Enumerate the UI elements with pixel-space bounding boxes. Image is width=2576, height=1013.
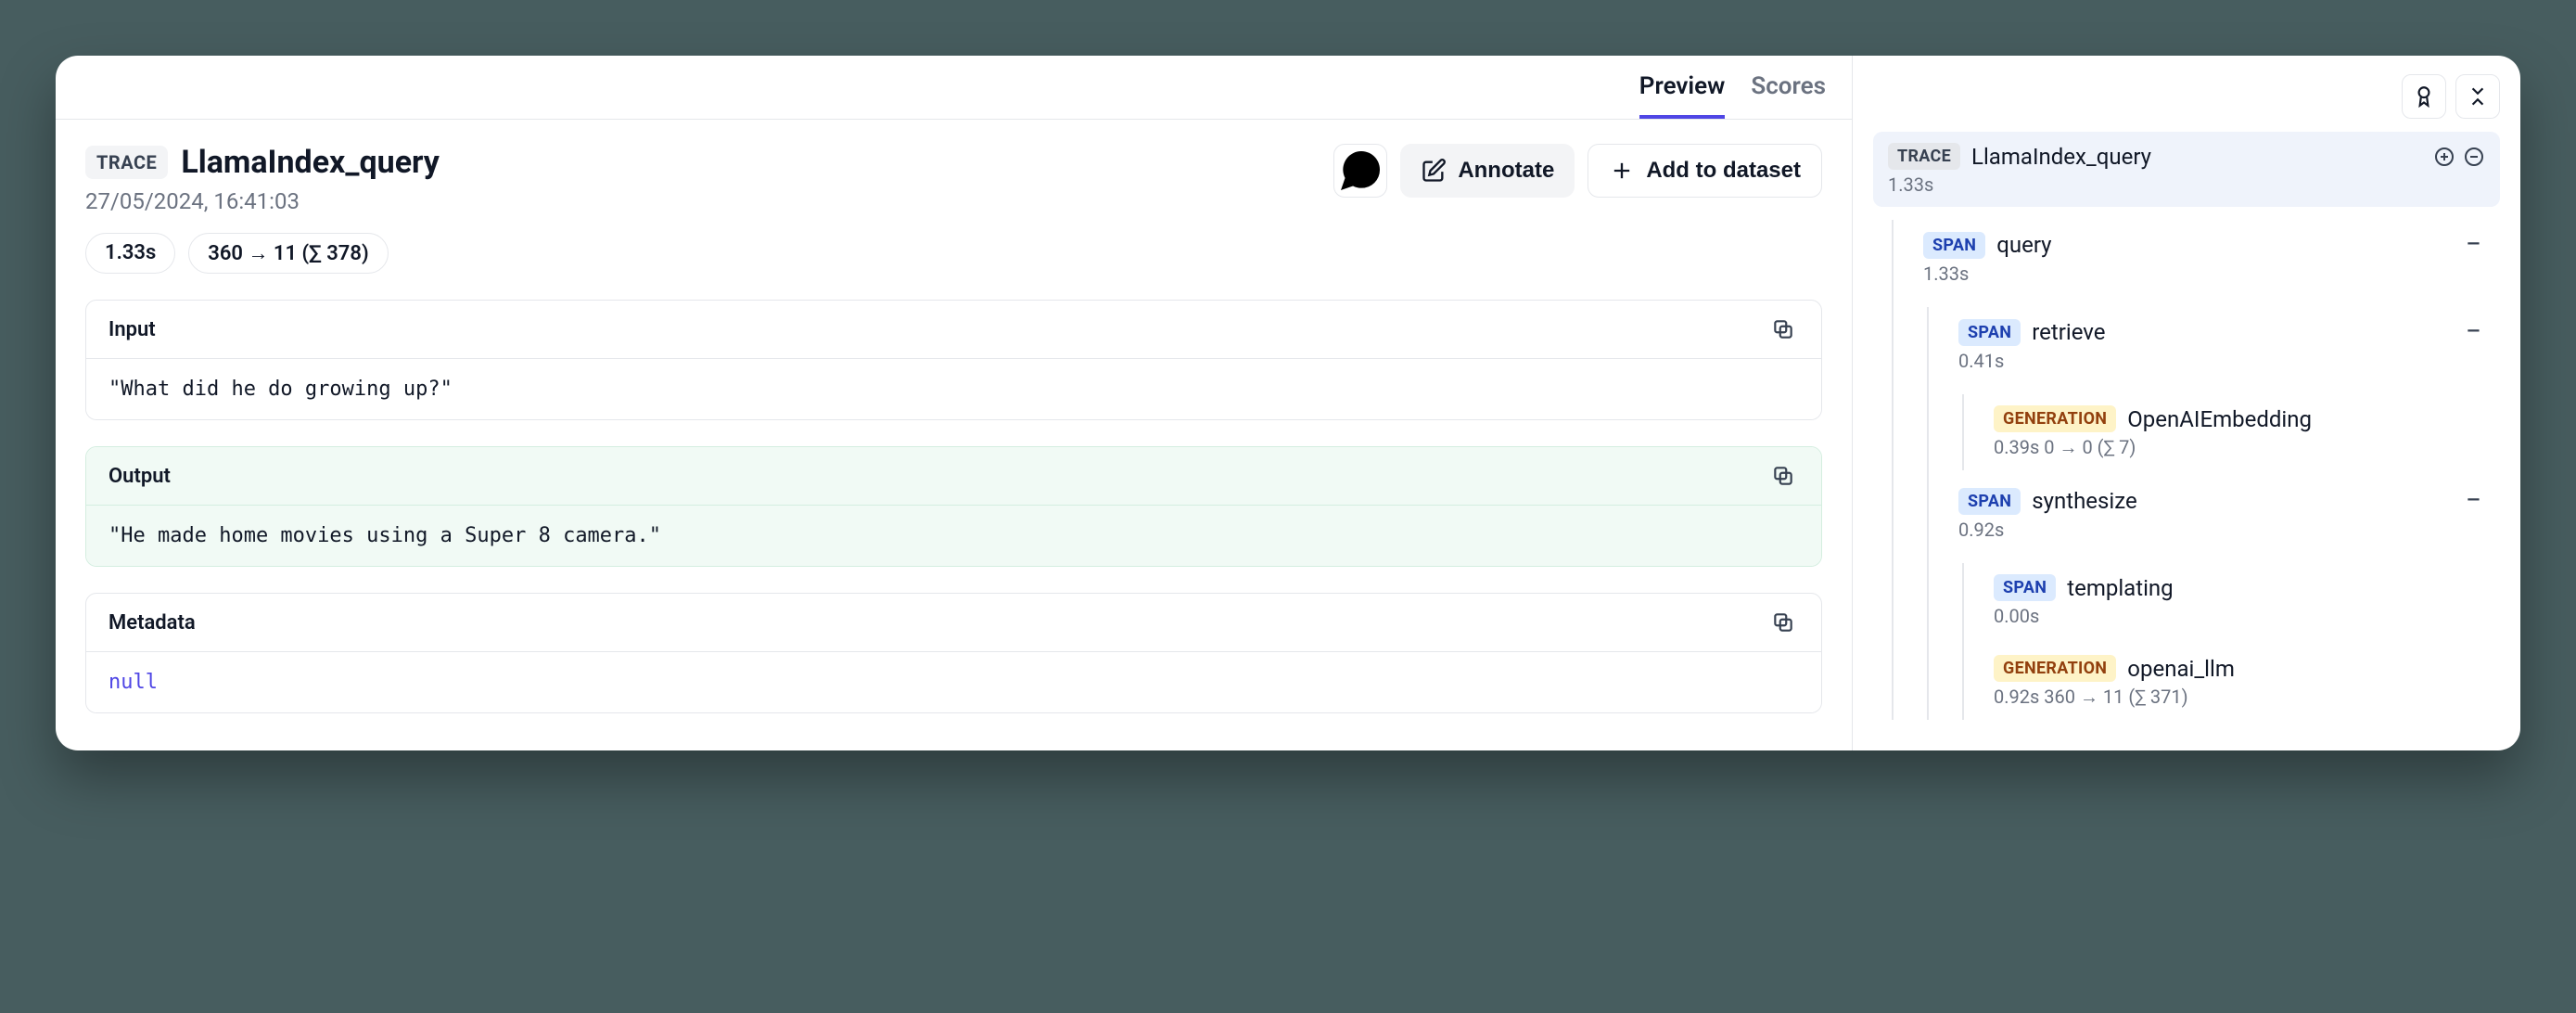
node-subtext: 1.33s (1923, 263, 2485, 285)
chevrons-collapse-icon (2466, 84, 2490, 109)
copy-input-button[interactable] (1767, 314, 1799, 345)
metadata-label: Metadata (108, 611, 196, 635)
annotate-label: Annotate (1458, 158, 1554, 184)
tabs: Preview Scores (56, 56, 1852, 120)
copy-icon (1771, 610, 1795, 635)
tab-scores[interactable]: Scores (1751, 72, 1826, 119)
content-area: TRACE LlamaIndex_query 27/05/2024, 16:41… (56, 120, 1852, 750)
trace-badge: TRACE (85, 146, 168, 179)
tree-children: SPAN query − 1.33s SPAN retrieve − 0.4 (1892, 220, 2500, 720)
node-name: query (1996, 232, 2051, 258)
collapse-toggle[interactable]: − (2462, 487, 2485, 515)
tree-node-templating[interactable]: SPAN templating 0.00s (1979, 563, 2500, 638)
action-row: Annotate Add to dataset (1333, 144, 1822, 198)
span-tag: SPAN (1958, 319, 2021, 346)
span-tag: SPAN (1923, 232, 1985, 259)
node-name: openai_llm (2127, 656, 2235, 682)
page-title: LlamaIndex_query (181, 144, 440, 181)
bookmark-button[interactable] (2402, 74, 2446, 119)
timestamp: 27/05/2024, 16:41:03 (85, 188, 440, 214)
node-subtext: 0.41s (1958, 350, 2485, 372)
copy-metadata-button[interactable] (1767, 607, 1799, 638)
metadata-value: null (108, 671, 158, 694)
node-subtext: 0.00s (1994, 605, 2485, 627)
generation-tag: GENERATION (1994, 655, 2116, 682)
main-pane: Preview Scores TRACE LlamaIndex_query 27… (56, 56, 1853, 750)
annotate-button[interactable]: Annotate (1400, 144, 1575, 198)
node-name: synthesize (2032, 488, 2136, 514)
output-value: "He made home movies using a Super 8 cam… (86, 506, 1821, 566)
node-subtext: 0.92s 360 → 11 (∑ 371) (1994, 686, 2485, 709)
metadata-card: Metadata null (85, 593, 1822, 713)
collapse-all-button[interactable] (2455, 74, 2500, 119)
duration-chip: 1.33s (85, 233, 175, 274)
node-subtext: 1.33s (1888, 173, 2485, 196)
collapse-toggle[interactable]: − (2462, 318, 2485, 346)
generation-tag: GENERATION (1994, 405, 2116, 432)
node-name: templating (2067, 575, 2173, 601)
node-name: OpenAIEmbedding (2127, 406, 2312, 432)
tree-node-embedding[interactable]: GENERATION OpenAIEmbedding 0.39s 0 → 0 (… (1979, 394, 2500, 470)
input-card: Input "What did he do growing up?" (85, 300, 1822, 420)
output-label: Output (108, 465, 171, 488)
node-subtext: 0.92s (1958, 519, 2485, 541)
plus-circle-icon[interactable] (2433, 146, 2455, 168)
tree-node-openai-llm[interactable]: GENERATION openai_llm 0.92s 360 → 11 (∑ … (1979, 644, 2500, 720)
copy-icon (1771, 464, 1795, 488)
node-name: retrieve (2032, 319, 2105, 345)
node-subtext: 0.39s 0 → 0 (∑ 7) (1994, 436, 2485, 459)
tree-node-retrieve[interactable]: SPAN retrieve − 0.41s (1944, 307, 2500, 383)
tree-node-trace-root[interactable]: TRACE LlamaIndex_query 1.33s (1873, 132, 2500, 207)
tab-preview[interactable]: Preview (1639, 72, 1726, 119)
input-label: Input (108, 318, 156, 341)
copy-icon (1771, 317, 1795, 341)
trace-tag: TRACE (1888, 143, 1960, 170)
node-name: LlamaIndex_query (1971, 144, 2151, 170)
tokens-chip: 360 → 11 (∑ 378) (188, 233, 388, 274)
output-card: Output "He made home movies using a Supe… (85, 446, 1822, 567)
input-value: "What did he do growing up?" (86, 359, 1821, 419)
minus-circle-icon[interactable] (2463, 146, 2485, 168)
pencil-square-icon (1421, 158, 1447, 184)
copy-output-button[interactable] (1767, 460, 1799, 492)
plus-icon (1609, 158, 1635, 184)
speech-bubble-icon (1334, 145, 1386, 197)
tree-node-synthesize[interactable]: SPAN synthesize − 0.92s (1944, 476, 2500, 552)
app-window: Preview Scores TRACE LlamaIndex_query 27… (56, 56, 2520, 750)
ribbon-icon (2412, 84, 2436, 109)
add-to-dataset-label: Add to dataset (1646, 158, 1801, 184)
title-block: TRACE LlamaIndex_query 27/05/2024, 16:41… (85, 144, 440, 274)
span-tag: SPAN (1958, 488, 2021, 515)
collapse-toggle[interactable]: − (2462, 231, 2485, 259)
tree-pane: TRACE LlamaIndex_query 1.33s SPAN query … (1853, 56, 2520, 750)
tree-node-query[interactable]: SPAN query − 1.33s (1908, 220, 2500, 296)
header-row: TRACE LlamaIndex_query 27/05/2024, 16:41… (85, 144, 1822, 274)
add-to-dataset-button[interactable]: Add to dataset (1588, 144, 1822, 198)
span-tag: SPAN (1994, 574, 2056, 601)
comment-button[interactable] (1333, 144, 1387, 198)
